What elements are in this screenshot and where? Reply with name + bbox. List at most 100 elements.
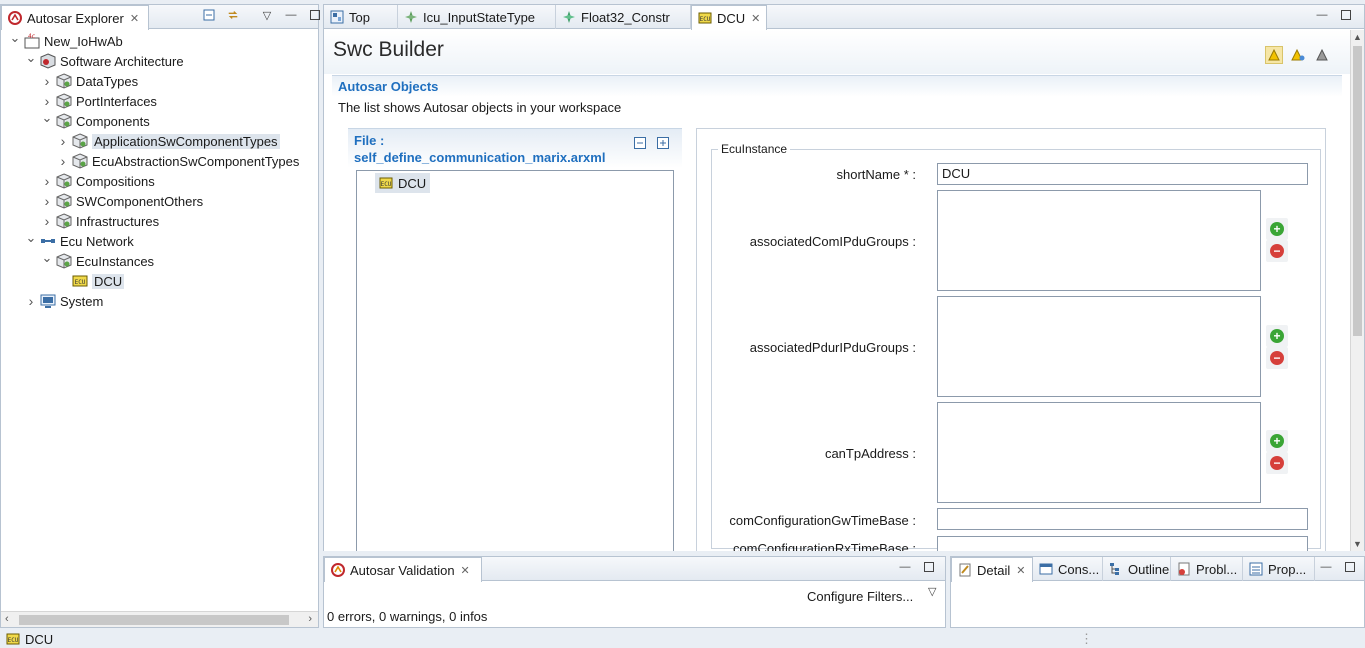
tab-outline[interactable]: Outline: [1103, 557, 1171, 581]
com-configuration-rx-timebase-input[interactable]: [937, 536, 1308, 551]
tree-item-label: DCU: [92, 273, 125, 289]
chevron-down-icon[interactable]: ⌄: [9, 30, 21, 45]
tab-properties[interactable]: Prop...: [1243, 557, 1315, 581]
tree-item[interactable]: › PortInterfaces: [41, 91, 157, 111]
explorer-toolbar: ▽ —: [203, 9, 321, 22]
warning-filter-icon[interactable]: [1265, 46, 1283, 64]
explorer-tab[interactable]: Autosar Explorer ✕: [1, 5, 149, 30]
tab-top[interactable]: Top: [324, 5, 398, 29]
minimize-icon[interactable]: —: [899, 561, 911, 573]
close-icon[interactable]: ✕: [130, 12, 139, 25]
scrollbar-thumb[interactable]: [1353, 46, 1362, 336]
associated-pdur-ipdu-groups-list[interactable]: [937, 296, 1261, 397]
tree-item-label: Software Architecture: [60, 53, 184, 69]
chevron-right-icon[interactable]: ›: [41, 73, 53, 89]
editor-content: Swc Builder Autosar Objects The list sho…: [324, 30, 1351, 551]
warning-info-icon[interactable]: [1289, 46, 1307, 64]
scroll-left-icon[interactable]: ‹: [5, 613, 9, 625]
maximize-icon[interactable]: [1340, 9, 1352, 21]
chevron-right-icon[interactable]: ›: [57, 133, 69, 149]
scroll-right-icon[interactable]: ›: [308, 613, 312, 625]
can-tp-address-list[interactable]: [937, 402, 1261, 503]
chevron-right-icon[interactable]: ›: [25, 293, 37, 309]
validation-title: Autosar Validation: [350, 562, 455, 578]
svg-text:ECU: ECU: [381, 181, 392, 188]
add-button[interactable]: +: [1266, 218, 1288, 240]
tree-item[interactable]: ⌄ Components: [41, 110, 150, 131]
tree-item[interactable]: › Compositions: [41, 171, 155, 191]
detail-panel: Detail ✕ Cons... Outline Probl... Prop..…: [950, 556, 1365, 628]
close-icon[interactable]: ✕: [1016, 564, 1025, 577]
maximize-icon[interactable]: [923, 561, 935, 573]
chevron-down-icon[interactable]: ⌄: [41, 250, 53, 265]
chevron-right-icon[interactable]: ›: [41, 193, 53, 209]
remove-button[interactable]: −: [1266, 347, 1288, 369]
editor-panel: Top Icu_InputStateType Float32_Constr EC…: [323, 4, 1365, 551]
chevron-right-icon[interactable]: ›: [41, 93, 53, 109]
properties-icon: [1249, 562, 1263, 576]
scroll-down-icon[interactable]: ▼: [1353, 539, 1362, 549]
tab-detail[interactable]: Detail ✕: [951, 557, 1033, 582]
view-menu-icon[interactable]: ▽: [261, 9, 273, 22]
vertical-scrollbar[interactable]: ▲ ▼: [1350, 30, 1364, 551]
view-menu-icon[interactable]: ▽: [928, 585, 936, 598]
tree-item[interactable]: › SWComponentOthers: [41, 191, 204, 211]
scroll-up-icon[interactable]: ▲: [1353, 32, 1362, 42]
scrollbar-thumb[interactable]: [19, 615, 289, 625]
tab-icu-inputstatetype[interactable]: Icu_InputStateType: [398, 5, 556, 29]
maximize-icon[interactable]: [309, 9, 321, 21]
tree-item[interactable]: ⌄ Software Architecture: [25, 50, 184, 71]
tree-item-label: EcuAbstractionSwComponentTypes: [92, 153, 300, 169]
remove-button[interactable]: −: [1266, 240, 1288, 262]
tree-item[interactable]: ⌄ 4c New_IoHwAb: [9, 30, 123, 51]
collapse-all-icon[interactable]: [634, 137, 646, 152]
add-button[interactable]: +: [1266, 430, 1288, 452]
tab-dcu[interactable]: ECU DCU ✕: [691, 5, 767, 30]
horizontal-scrollbar[interactable]: ‹ ›: [1, 611, 318, 627]
shortname-input[interactable]: DCU: [937, 163, 1308, 185]
ecu-icon: ECU: [6, 633, 20, 645]
list-item[interactable]: ECU DCU: [375, 173, 431, 193]
associated-com-ipdu-groups-label: associatedComIPduGroups :: [749, 234, 916, 249]
minimize-icon[interactable]: —: [285, 9, 297, 21]
chevron-right-icon[interactable]: ›: [41, 213, 53, 229]
error-warning-icon[interactable]: [1313, 46, 1331, 64]
chevron-down-icon[interactable]: ⌄: [25, 230, 37, 245]
explorer-tree: ⌄ 4c New_IoHwAb ⌄ Software Architecture › Data…: [1, 30, 318, 609]
remove-button[interactable]: −: [1266, 452, 1288, 474]
collapse-all-icon[interactable]: [203, 9, 215, 21]
configure-filters-link[interactable]: Configure Filters...: [807, 589, 913, 604]
package-icon: [56, 193, 76, 209]
validation-tab[interactable]: Autosar Validation ✕: [324, 557, 482, 582]
tree-item-label: DataTypes: [76, 73, 139, 89]
chevron-right-icon[interactable]: ›: [41, 173, 53, 189]
chevron-down-icon[interactable]: ⌄: [25, 50, 37, 65]
chevron-down-icon[interactable]: ⌄: [41, 110, 53, 125]
tree-item[interactable]: › ApplicationSwComponentTypes: [57, 131, 280, 151]
com-configuration-gw-timebase-input[interactable]: [937, 508, 1308, 530]
minus-icon: −: [1270, 244, 1284, 258]
package-icon: [56, 253, 76, 269]
minimize-icon[interactable]: —: [1320, 561, 1332, 573]
tree-item[interactable]: › EcuAbstractionSwComponentTypes: [57, 151, 300, 171]
link-with-editor-icon[interactable]: [227, 9, 239, 21]
close-icon[interactable]: ✕: [751, 12, 760, 25]
tree-item[interactable]: › System: [25, 291, 104, 311]
tree-item[interactable]: ⌄ EcuInstances: [41, 250, 154, 271]
chevron-right-icon[interactable]: ›: [57, 153, 69, 169]
tree-item[interactable]: › DataTypes: [41, 71, 139, 91]
tree-item[interactable]: ECU DCU: [57, 271, 125, 291]
tab-problems[interactable]: Probl...: [1171, 557, 1243, 581]
maximize-icon[interactable]: [1344, 561, 1356, 573]
add-button[interactable]: +: [1266, 325, 1288, 347]
tree-item[interactable]: › Infrastructures: [41, 211, 159, 231]
associated-com-ipdu-groups-list[interactable]: [937, 190, 1261, 291]
close-icon[interactable]: ✕: [461, 564, 470, 577]
tab-float32-constr[interactable]: Float32_Constr: [556, 5, 691, 29]
minimize-icon[interactable]: —: [1316, 9, 1328, 21]
tree-item-label: Infrastructures: [76, 213, 160, 229]
tree-item[interactable]: ⌄ Ecu Network: [25, 230, 134, 251]
expand-all-icon[interactable]: [657, 137, 669, 152]
tab-console[interactable]: Cons...: [1033, 557, 1103, 581]
object-list[interactable]: ECU DCU: [356, 170, 674, 551]
